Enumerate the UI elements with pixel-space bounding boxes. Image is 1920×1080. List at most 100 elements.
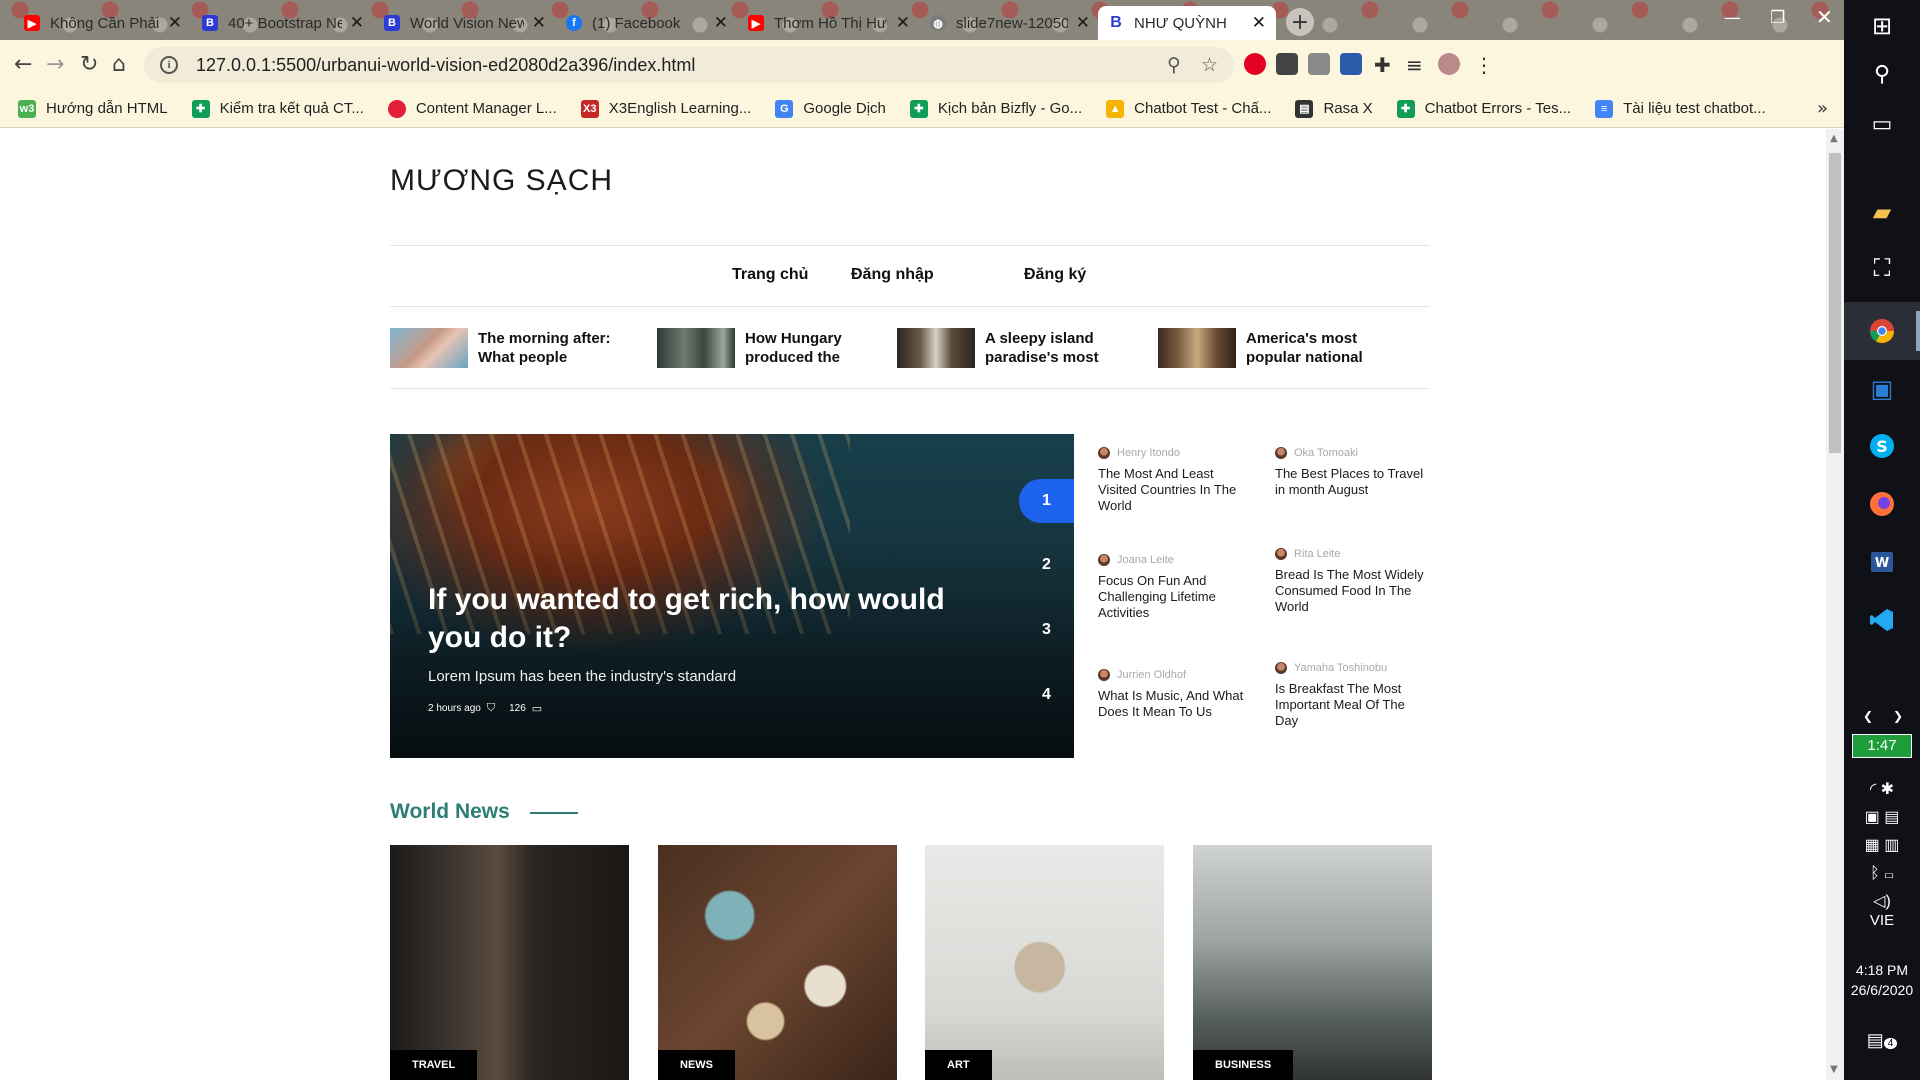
- scrollbar-thumb[interactable]: [1829, 153, 1841, 453]
- chrome-icon[interactable]: [1866, 315, 1898, 347]
- translate-ext-icon[interactable]: [1308, 53, 1330, 75]
- tab-6[interactable]: ◍ slide7new-1205080 ✕: [920, 6, 1100, 40]
- tray-scroll-right-icon[interactable]: ❯: [1882, 700, 1914, 732]
- file-explorer-icon[interactable]: ▰: [1866, 196, 1898, 228]
- minimize-icon[interactable]: —: [1724, 8, 1741, 28]
- reload-icon[interactable]: ↻: [80, 52, 98, 77]
- site-info-icon[interactable]: i: [160, 56, 178, 74]
- pinterest-icon[interactable]: [1244, 53, 1266, 75]
- close-tab-icon[interactable]: ✕: [714, 13, 728, 33]
- ticker-title[interactable]: How Hungary produced the: [745, 329, 905, 367]
- close-tab-icon[interactable]: ✕: [532, 13, 546, 33]
- tray-apps-icon[interactable]: ▣ ▤: [1844, 804, 1920, 832]
- ticker-title[interactable]: A sleepy island paradise's most: [985, 329, 1145, 367]
- windows-start-icon[interactable]: ⊞: [1866, 10, 1898, 42]
- bookmark-item[interactable]: ≡ Tài liệu test chatbot...: [1595, 99, 1766, 118]
- news-card[interactable]: ART: [925, 845, 1164, 1080]
- tab-2[interactable]: B 40+ Bootstrap News ✕: [192, 6, 374, 40]
- tab-1[interactable]: ▶ Không Cần Phải Hứa ✕: [14, 6, 192, 40]
- outlook-icon[interactable]: ▣: [1866, 373, 1898, 405]
- battery-timer[interactable]: 1:47: [1852, 734, 1912, 758]
- close-tab-icon[interactable]: ✕: [1076, 13, 1090, 33]
- site-logo[interactable]: MƯƠNG SẠCH: [390, 164, 613, 198]
- category-tag[interactable]: ART: [925, 1050, 992, 1080]
- bookmark-item[interactable]: ▤ Rasa X: [1295, 99, 1373, 118]
- article-title[interactable]: The Most And Least Visited Countries In …: [1098, 466, 1248, 514]
- tab-7-active[interactable]: B NHƯ QUỲNH ✕: [1098, 6, 1276, 40]
- task-view-icon[interactable]: ▭: [1866, 108, 1898, 140]
- bookmark-item[interactable]: ✚ Kiểm tra kết quả CT...: [191, 99, 364, 118]
- close-window-icon[interactable]: ✕: [1816, 5, 1833, 29]
- profile-avatar[interactable]: [1438, 53, 1460, 75]
- article-title[interactable]: Bread Is The Most Widely Consumed Food I…: [1275, 567, 1425, 615]
- bookmark-item[interactable]: X3 X3English Learning...: [580, 99, 751, 118]
- news-card[interactable]: BUSINESS: [1193, 845, 1432, 1080]
- slide-page-2[interactable]: 2: [1019, 543, 1074, 587]
- news-card[interactable]: TRAVEL: [390, 845, 629, 1080]
- bluetooth-icon[interactable]: ᛒ ▭: [1844, 860, 1920, 888]
- hero-title[interactable]: If you wanted to get rich, how would you…: [428, 581, 948, 657]
- ticker-title[interactable]: The morning after: What people: [478, 329, 638, 367]
- restore-icon[interactable]: ❐: [1770, 8, 1785, 28]
- vscode-icon[interactable]: [1866, 604, 1898, 636]
- close-tab-icon[interactable]: ✕: [1252, 13, 1266, 33]
- bookmark-item[interactable]: ▲ Chatbot Test - Chấ...: [1106, 99, 1271, 118]
- menu-register[interactable]: Đăng ký: [1024, 266, 1086, 284]
- hero-slide[interactable]: If you wanted to get rich, how would you…: [390, 434, 1074, 758]
- address-bar[interactable]: i 127.0.0.1:5500/urbanui-world-vision-ed…: [144, 47, 1234, 83]
- media-queue-icon[interactable]: ≡: [1406, 53, 1428, 77]
- category-tag[interactable]: TRAVEL: [390, 1050, 478, 1080]
- zoom-icon[interactable]: ⚲: [1167, 54, 1181, 76]
- extension-j-icon[interactable]: [1340, 53, 1362, 75]
- url-text[interactable]: 127.0.0.1:5500/urbanui-world-vision-ed20…: [196, 55, 1147, 76]
- ticker-item[interactable]: A sleepy island paradise's most: [897, 328, 1145, 368]
- word-icon[interactable]: W: [1866, 546, 1898, 578]
- wifi-icon[interactable]: ◜ ✱: [1844, 776, 1920, 804]
- back-icon[interactable]: ←: [14, 52, 32, 77]
- bookmark-item[interactable]: Content Manager L...: [387, 99, 557, 118]
- slide-page-4[interactable]: 4: [1019, 673, 1074, 717]
- input-language[interactable]: VIE: [1844, 912, 1920, 929]
- article-title[interactable]: What Is Music, And What Does It Mean To …: [1098, 688, 1248, 720]
- tab-3[interactable]: B World Vision News W ✕: [374, 6, 556, 40]
- action-center-icon[interactable]: ▤ 4: [1844, 1030, 1920, 1051]
- slide-page-3[interactable]: 3: [1019, 608, 1074, 652]
- tab-4[interactable]: f (1) Facebook ✕: [556, 6, 738, 40]
- close-tab-icon[interactable]: ✕: [350, 13, 364, 33]
- bookmark-item[interactable]: w3 Hướng dẫn HTML: [18, 99, 168, 118]
- extensions-puzzle-icon[interactable]: ✚: [1374, 53, 1396, 77]
- bookmarks-overflow-icon[interactable]: »: [1817, 98, 1828, 119]
- bookmark-item[interactable]: ✚ Kịch bản Bizfly - Go...: [909, 99, 1082, 118]
- skype-icon[interactable]: S: [1866, 430, 1898, 462]
- side-article[interactable]: Henry Itondo The Most And Least Visited …: [1098, 447, 1248, 514]
- article-title[interactable]: Focus On Fun And Challenging Lifetime Ac…: [1098, 573, 1248, 621]
- search-icon[interactable]: ⚲: [1866, 58, 1898, 90]
- page-scrollbar[interactable]: ▲ ▼: [1826, 129, 1844, 1080]
- ticker-title[interactable]: America's most popular national: [1246, 329, 1406, 367]
- side-article[interactable]: Oka Tomoaki The Best Places to Travel in…: [1275, 447, 1425, 498]
- store-icon[interactable]: ⛶: [1866, 252, 1898, 284]
- category-tag[interactable]: NEWS: [658, 1050, 735, 1080]
- bookmark-icon[interactable]: ⛉: [487, 702, 495, 715]
- bookmark-item[interactable]: ✚ Chatbot Errors - Tes...: [1396, 99, 1571, 118]
- close-tab-icon[interactable]: ✕: [168, 13, 182, 33]
- article-title[interactable]: Is Breakfast The Most Important Meal Of …: [1275, 681, 1425, 729]
- tray-scroll-left-icon[interactable]: ❮: [1852, 700, 1884, 732]
- bookmark-star-icon[interactable]: ☆: [1201, 54, 1218, 76]
- menu-login[interactable]: Đăng nhập: [851, 266, 934, 284]
- scroll-down-icon[interactable]: ▼: [1830, 1064, 1838, 1075]
- side-article[interactable]: Rita Leite Bread Is The Most Widely Cons…: [1275, 548, 1425, 615]
- category-tag[interactable]: BUSINESS: [1193, 1050, 1294, 1080]
- ticker-item[interactable]: How Hungary produced the: [657, 328, 905, 368]
- forward-icon[interactable]: →: [46, 52, 64, 77]
- article-title[interactable]: The Best Places to Travel in month Augus…: [1275, 466, 1425, 498]
- comment-icon[interactable]: ▭: [532, 702, 542, 715]
- bookmark-item[interactable]: G Google Dịch: [775, 99, 886, 118]
- close-tab-icon[interactable]: ✕: [896, 13, 910, 33]
- news-card[interactable]: NEWS: [658, 845, 897, 1080]
- side-article[interactable]: Jurrien Oldhof What Is Music, And What D…: [1098, 669, 1248, 720]
- menu-home[interactable]: Trang chủ: [732, 266, 808, 284]
- qr-icon[interactable]: [1276, 53, 1298, 75]
- slide-page-1[interactable]: 1: [1019, 479, 1074, 523]
- menu-kebab-icon[interactable]: ⋮: [1474, 53, 1496, 77]
